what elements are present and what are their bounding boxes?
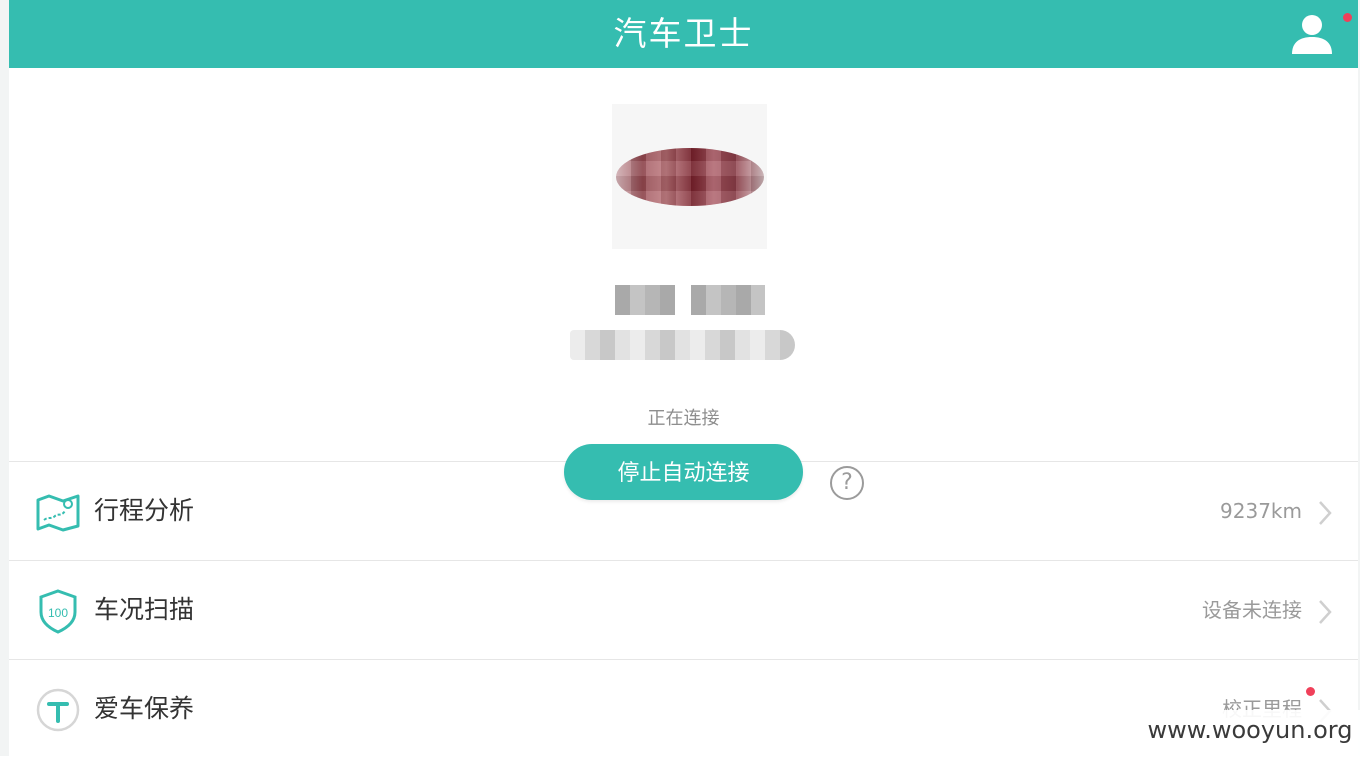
svg-text:100: 100 — [48, 606, 68, 620]
menu-item-label: 爱车保养 — [94, 694, 195, 723]
watermark-text: www.wooyun.org — [1140, 710, 1360, 756]
shield-100-icon: 100 — [39, 589, 77, 634]
mileage-value: 9237km — [1220, 499, 1302, 523]
chevron-right-icon — [1319, 501, 1332, 525]
vehicle-profile: 正在连接 — [9, 68, 1358, 462]
notification-dot — [1343, 13, 1352, 22]
notification-dot — [1306, 687, 1315, 696]
device-status-value: 设备未连接 — [1202, 598, 1302, 622]
question-circle-icon[interactable]: ? — [830, 466, 864, 500]
blurred-car-image — [616, 148, 764, 206]
map-route-icon — [36, 494, 80, 532]
car-avatar-image — [612, 104, 767, 249]
blurred-car-model — [570, 330, 795, 360]
chevron-right-icon — [1319, 600, 1332, 624]
wrench-circle-icon — [36, 688, 80, 732]
user-profile-button[interactable] — [1289, 12, 1335, 58]
blurred-car-name — [615, 285, 765, 315]
stop-auto-connect-button[interactable]: 停止自动连接 — [564, 444, 803, 500]
menu-item-label: 行程分析 — [94, 496, 195, 525]
left-frame-edge — [0, 0, 9, 756]
menu-item-label: 车况扫描 — [94, 595, 195, 624]
user-icon — [1292, 15, 1332, 54]
connection-status: 正在连接 — [647, 408, 720, 429]
menu-item-vehicle-scan[interactable]: 100 车况扫描 设备未连接 — [9, 560, 1358, 658]
app-header: 汽车卫士 — [9, 0, 1358, 68]
app-title: 汽车卫士 — [613, 14, 754, 53]
